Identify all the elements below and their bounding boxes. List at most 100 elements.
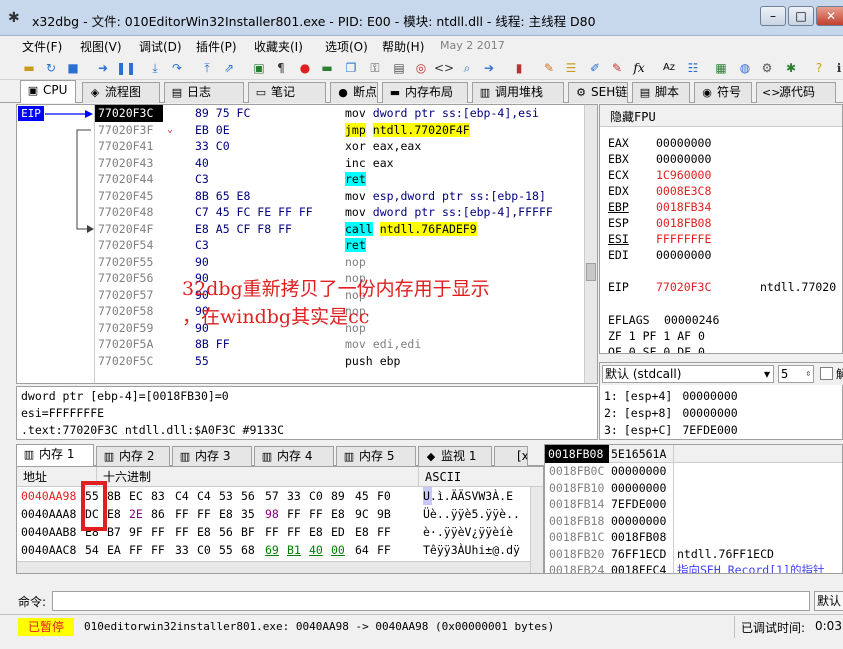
disasm-instruction[interactable]: mov dword ptr ss:[ebp-4],FFFFF	[345, 204, 553, 221]
disasm-bytes[interactable]: 90	[169, 254, 209, 271]
stack-value[interactable]: 76FF1ECD	[611, 546, 666, 562]
dump-byte[interactable]: FF	[151, 541, 165, 559]
dump-byte[interactable]: 00	[331, 541, 345, 559]
default-engine-button[interactable]: 默认	[814, 591, 843, 611]
disasm-address[interactable]: 77020F3F	[98, 122, 153, 139]
grid-icon[interactable]: ▦	[712, 59, 730, 77]
dump-byte[interactable]: FF	[175, 505, 189, 523]
register-esp[interactable]: ESP 0018FB08	[608, 215, 711, 231]
dump-byte[interactable]: FF	[197, 505, 211, 523]
help-icon[interactable]: ?	[810, 59, 828, 77]
dump-hscrollbar[interactable]	[17, 561, 531, 573]
globe-icon[interactable]: ◍	[736, 59, 754, 77]
pause-icon[interactable]: ❚❚	[116, 59, 136, 77]
register-eip[interactable]: EIP 77020F3C ntdll.77020	[608, 279, 836, 295]
dump-address[interactable]: 0040AAC8	[21, 541, 76, 559]
disasm-instruction[interactable]: ret	[345, 171, 373, 188]
tab-log[interactable]: ▤ 日志	[164, 82, 244, 103]
dump-byte[interactable]: E8	[309, 523, 323, 541]
tab-dump-3[interactable]: ▥ 内存 3	[172, 446, 252, 466]
calling-convention-select[interactable]: 默认 (stdcall) ▾	[602, 365, 774, 383]
stack-value[interactable]: 00000000	[611, 480, 666, 496]
dump-byte[interactable]: EC	[129, 487, 143, 505]
memory-icon[interactable]: ▬	[318, 59, 336, 77]
plugin-icon[interactable]: ✱	[782, 59, 800, 77]
dump-byte[interactable]: 40	[309, 541, 323, 559]
argument-row[interactable]: 3: [esp+C] 7EFDE000	[604, 422, 748, 438]
disasm-address[interactable]: 77020F43	[98, 155, 153, 172]
dump-ascii[interactable]: è·.ÿÿèV¿ÿÿèíè	[423, 523, 513, 541]
disasm-instruction[interactable]: mov dword ptr ss:[ebp-4],esi	[345, 105, 539, 122]
stack-address[interactable]: 0018FB18	[549, 513, 604, 529]
dump-byte[interactable]: 56	[241, 487, 255, 505]
tab-dump-7[interactable]: [x=	[494, 446, 528, 466]
dump-byte[interactable]: C4	[175, 487, 189, 505]
forward-icon[interactable]: ➔	[480, 59, 498, 77]
dump-byte[interactable]: FF	[151, 523, 165, 541]
stack-value[interactable]: 0018FB08	[611, 529, 666, 545]
bracket-icon[interactable]: <>	[434, 59, 454, 77]
stack-address[interactable]: 0018FB1C	[549, 529, 604, 545]
open-icon[interactable]: ▬	[20, 59, 38, 77]
restart-icon[interactable]: ↻	[42, 59, 60, 77]
disasm-address[interactable]: 77020F55	[98, 254, 153, 271]
window-icon[interactable]: ❐	[342, 59, 360, 77]
info-icon[interactable]: ℹ	[830, 59, 843, 77]
dump-byte[interactable]: C4	[197, 487, 211, 505]
dump-byte[interactable]: E8	[107, 505, 121, 523]
register-ebx[interactable]: EBX 00000000	[608, 151, 711, 167]
dump-byte[interactable]: B1	[287, 541, 301, 559]
register-eax[interactable]: EAX 00000000	[608, 135, 711, 151]
settings-icon[interactable]: ⚙	[758, 59, 776, 77]
dump-byte[interactable]: 83	[151, 487, 165, 505]
tab-call-stack[interactable]: ▥ 调用堆栈	[472, 82, 564, 103]
dump-byte[interactable]: B7	[107, 523, 121, 541]
dump-byte[interactable]: 9F	[129, 523, 143, 541]
dump-byte[interactable]: 86	[151, 505, 165, 523]
maximize-button[interactable]: □	[788, 6, 814, 26]
disasm-address[interactable]: 77020F54	[98, 237, 153, 254]
breakpoint-icon[interactable]: ¶	[272, 59, 290, 77]
dump-byte[interactable]: 2E	[129, 505, 143, 523]
disasm-address[interactable]: 77020F45	[98, 188, 153, 205]
disasm-instruction[interactable]: nop	[345, 254, 373, 271]
disasm-instruction[interactable]: xor eax,eax	[345, 138, 421, 155]
disasm-address[interactable]: 77020F3C	[95, 105, 163, 122]
dump-byte[interactable]: 98	[265, 505, 279, 523]
dump-address[interactable]: 0040AA98	[21, 487, 76, 505]
bookmark-icon[interactable]: ✎	[608, 59, 626, 77]
scroll-thumb[interactable]	[586, 263, 596, 281]
disasm-address[interactable]: 77020F44	[98, 171, 153, 188]
target-icon[interactable]: ◎	[412, 59, 430, 77]
tab-breakpoints[interactable]: ● 断点	[330, 82, 378, 103]
dump-byte[interactable]: 53	[219, 487, 233, 505]
list-icon[interactable]: ▤	[390, 59, 408, 77]
stack-value[interactable]: 00000000	[611, 513, 666, 529]
disasm-address[interactable]: 77020F58	[98, 303, 153, 320]
dump-byte[interactable]: E8	[219, 505, 233, 523]
dump-ascii[interactable]: Têÿÿ3ÀUhi±@.dÿ	[423, 541, 520, 559]
register-edx[interactable]: EDX 0008E3C8	[608, 183, 711, 199]
function-icon[interactable]: fx	[630, 59, 648, 77]
menu-debug[interactable]: 调试(D)	[139, 38, 182, 55]
dump-byte[interactable]: 56	[219, 523, 233, 541]
dump-byte[interactable]: FF	[287, 505, 301, 523]
dump-byte[interactable]: 69	[265, 541, 279, 559]
tab-source[interactable]: <>源代码	[756, 82, 836, 103]
disasm-bytes[interactable]: 40	[169, 155, 209, 172]
stack-view[interactable]: 0018FB08 5E16561A 0018FB0C 00000000 0018FB…	[544, 444, 843, 574]
stack-value[interactable]: 00000000	[611, 463, 666, 479]
disasm-address[interactable]: 77020F57	[98, 287, 153, 304]
dump-byte[interactable]: FF	[265, 523, 279, 541]
font-icon[interactable]: Aᴢ	[660, 59, 678, 77]
menu-options[interactable]: 选项(O)	[325, 38, 368, 55]
argument-row[interactable]: 1: [esp+4] 00000000	[604, 388, 748, 404]
tab-dump-2[interactable]: ▥ 内存 2	[96, 446, 170, 466]
disassembly-view[interactable]: EIP 77020F3C 77020F3F 77020F41 77020F43 7702…	[16, 104, 598, 384]
tab-notes[interactable]: ▭ 笔记	[248, 82, 326, 103]
dump-byte[interactable]: FF	[309, 505, 323, 523]
disasm-address[interactable]: 77020F5C	[98, 353, 153, 370]
tab-dump-6[interactable]: ◆ 监视 1	[418, 446, 492, 466]
dump-vscrollbar[interactable]	[530, 487, 543, 573]
stack-value[interactable]: 7EFDE000	[611, 496, 666, 512]
